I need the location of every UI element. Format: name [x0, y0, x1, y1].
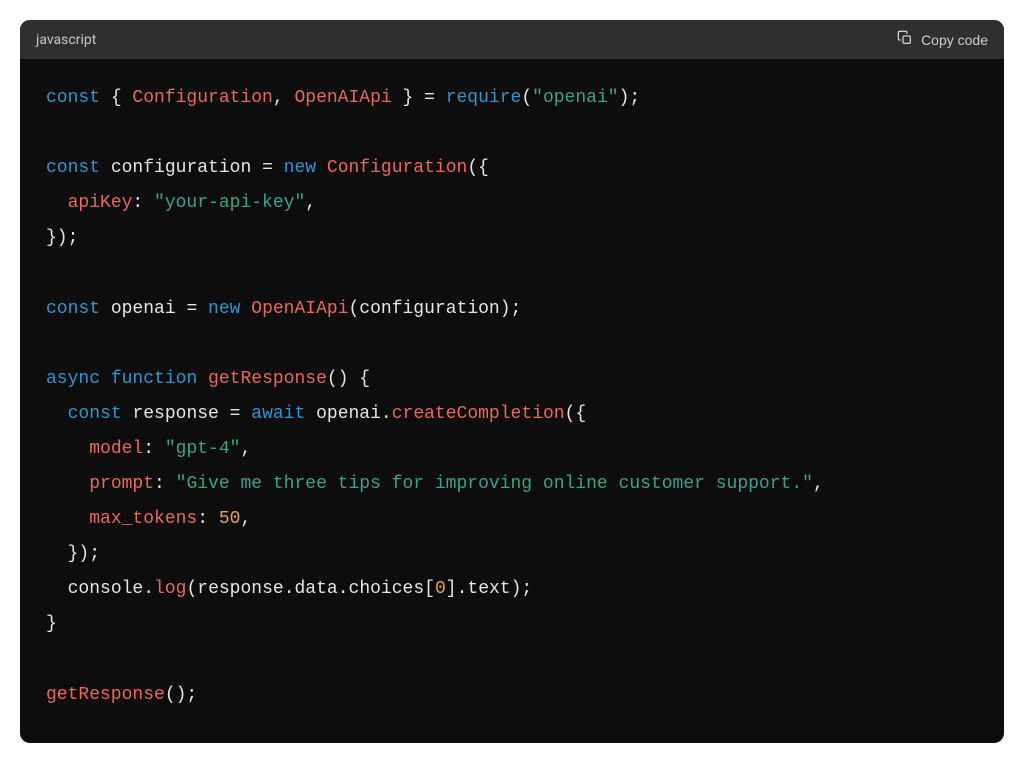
code-token: = — [219, 404, 251, 424]
code-token: configuration — [359, 299, 499, 319]
code-token: { — [100, 88, 132, 108]
code-token: async — [46, 369, 100, 389]
code-token — [100, 369, 111, 389]
code-token: ({ — [467, 158, 489, 178]
code-token: response — [197, 579, 283, 599]
code-token: const — [68, 404, 122, 424]
code-token — [305, 404, 316, 424]
code-token: Configuration — [132, 88, 272, 108]
code-content[interactable]: const { Configuration, OpenAIApi } = req… — [20, 59, 1004, 743]
code-token: model — [89, 439, 143, 459]
code-token: const — [46, 88, 100, 108]
code-token — [46, 193, 68, 213]
code-token: ( — [521, 88, 532, 108]
code-token: . — [284, 579, 295, 599]
code-token: choices — [349, 579, 425, 599]
code-token: 0 — [435, 579, 446, 599]
code-token: ); — [511, 579, 533, 599]
code-token: [ — [424, 579, 435, 599]
code-block: javascript Copy code const { Configurati… — [20, 20, 1004, 743]
code-token: OpenAIApi — [294, 88, 391, 108]
code-token: } — [46, 614, 57, 634]
code-token: openai — [111, 299, 176, 319]
code-token: "openai" — [532, 88, 618, 108]
code-token: }); — [46, 544, 100, 564]
code-token: , — [273, 88, 295, 108]
code-token: . — [143, 579, 154, 599]
code-token: ); — [500, 299, 522, 319]
code-token — [46, 404, 68, 424]
code-token — [240, 299, 251, 319]
code-token: . — [338, 579, 349, 599]
code-token: , — [305, 193, 316, 213]
code-token: = — [176, 299, 208, 319]
code-token: , — [240, 439, 251, 459]
language-label: javascript — [36, 32, 96, 48]
code-token: new — [208, 299, 240, 319]
code-token: = — [251, 158, 283, 178]
code-token: ({ — [565, 404, 587, 424]
code-token: : — [132, 193, 154, 213]
code-token: const — [46, 158, 100, 178]
code-token: "Give me three tips for improving online… — [176, 474, 813, 494]
code-token: Configuration — [327, 158, 467, 178]
code-token: (); — [165, 685, 197, 705]
code-block-header: javascript Copy code — [20, 20, 1004, 59]
code-token: data — [295, 579, 338, 599]
code-token: "your-api-key" — [154, 193, 305, 213]
code-token: apiKey — [68, 193, 133, 213]
code-token: text — [467, 579, 510, 599]
code-token — [46, 474, 89, 494]
code-token: openai — [316, 404, 381, 424]
code-token: createCompletion — [392, 404, 565, 424]
code-token: : — [143, 439, 165, 459]
code-token: ( — [348, 299, 359, 319]
code-token: "gpt-4" — [165, 439, 241, 459]
code-token: getResponse — [208, 369, 327, 389]
code-token: const — [46, 299, 100, 319]
code-token: response — [132, 404, 218, 424]
code-token: getResponse — [46, 685, 165, 705]
code-token — [46, 439, 89, 459]
code-token: ]. — [446, 579, 468, 599]
copy-icon — [897, 30, 913, 49]
code-token: }); — [46, 228, 78, 248]
code-token: function — [111, 369, 197, 389]
code-token: } = — [392, 88, 446, 108]
code-token: 50 — [219, 509, 241, 529]
code-token: ); — [619, 88, 641, 108]
copy-button-label: Copy code — [921, 32, 988, 48]
code-token — [100, 158, 111, 178]
code-token: , — [240, 509, 251, 529]
code-token — [316, 158, 327, 178]
code-token: : — [197, 509, 219, 529]
code-token: require — [446, 88, 522, 108]
code-token — [46, 509, 89, 529]
code-token: () { — [327, 369, 370, 389]
code-token: OpenAIApi — [251, 299, 348, 319]
code-token — [100, 299, 111, 319]
code-token: : — [154, 474, 176, 494]
code-token — [197, 369, 208, 389]
code-token: . — [381, 404, 392, 424]
code-token: console — [68, 579, 144, 599]
code-token: await — [251, 404, 305, 424]
code-token: log — [154, 579, 186, 599]
code-token: new — [284, 158, 316, 178]
code-token: max_tokens — [89, 509, 197, 529]
copy-code-button[interactable]: Copy code — [897, 30, 988, 49]
code-token: prompt — [89, 474, 154, 494]
code-token: configuration — [111, 158, 251, 178]
code-token: , — [813, 474, 824, 494]
code-token — [46, 579, 68, 599]
code-token: ( — [186, 579, 197, 599]
code-token — [122, 404, 133, 424]
